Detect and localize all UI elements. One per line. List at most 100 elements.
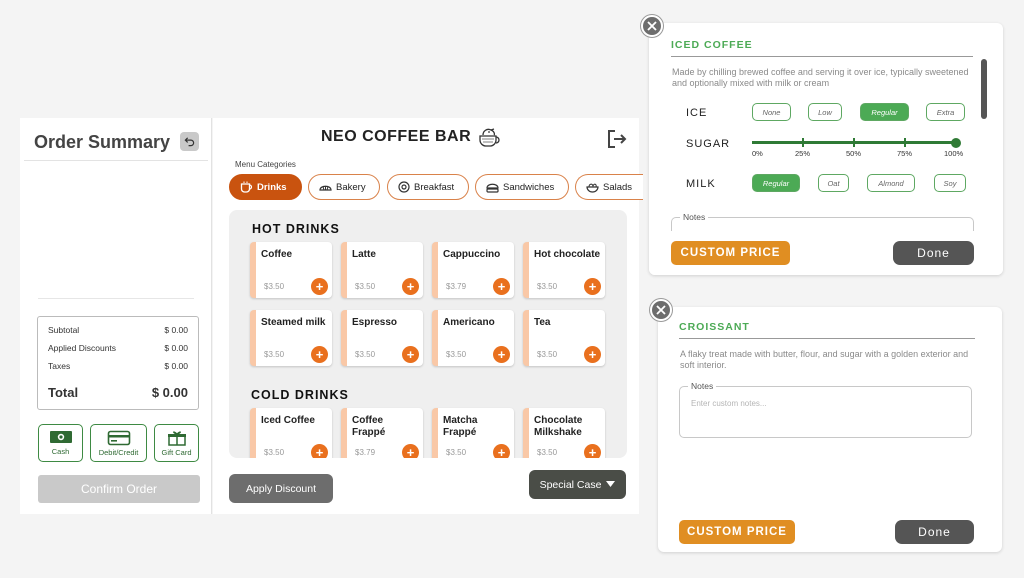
credit-card-icon (107, 430, 130, 445)
plus-icon: + (315, 347, 324, 362)
order-summary-panel: Order Summary Subtotal $ 0.00 Applied Di… (20, 118, 212, 514)
menu-item-name: Americano (443, 317, 495, 328)
menu-categories-label: Menu Categories (235, 160, 296, 169)
add-item-button[interactable]: + (493, 444, 510, 458)
menu-item-name: Iced Coffee (261, 415, 315, 426)
section-title-cold-drinks: COLD DRINKS (251, 388, 349, 402)
menu-item-card[interactable]: Hot chocolate $3.50 + (523, 242, 605, 298)
category-drinks[interactable]: Drinks (229, 174, 302, 200)
scrollbar-thumb[interactable] (981, 59, 987, 119)
slider-tick-mark (853, 138, 855, 147)
menu-item-price: $3.50 (537, 448, 558, 457)
pay-label: Cash (51, 447, 70, 456)
menu-item-card[interactable]: Matcha Frappé $3.50 + (432, 408, 514, 458)
menu-panel: NEO COFFEE BAR Menu Categories Drinks Ba… (213, 118, 643, 514)
custom-price-button[interactable]: CUSTOM PRICE (671, 241, 790, 265)
menu-item-card[interactable]: Coffee $3.50 + (250, 242, 332, 298)
logout-icon[interactable] (606, 128, 628, 150)
custom-price-button[interactable]: CUSTOM PRICE (679, 520, 795, 544)
section-title-hot-drinks: HOT DRINKS (252, 222, 340, 236)
plus-icon: + (406, 347, 415, 362)
menu-item-card[interactable]: Chocolate Milkshake $3.50 + (523, 408, 605, 458)
slider-tick-label: 50% (846, 149, 862, 158)
apply-discount-button[interactable]: Apply Discount (229, 474, 333, 503)
modal-title: CROISSANT (679, 321, 750, 333)
add-item-button[interactable]: + (584, 278, 601, 295)
notes-label: Notes (680, 212, 709, 222)
menu-item-card[interactable]: Steamed milk $3.50 + (250, 310, 332, 366)
close-icon (656, 305, 666, 315)
add-item-button[interactable]: + (311, 278, 328, 295)
menu-item-price: $3.50 (446, 448, 467, 457)
category-bakery[interactable]: Bakery (308, 174, 380, 200)
modal-description: A flaky treat made with butter, flour, a… (680, 349, 969, 370)
option-chip[interactable]: Regular (752, 174, 800, 192)
menu-item-name: Steamed milk (261, 317, 326, 328)
plus-icon: + (315, 279, 324, 294)
category-salads[interactable]: Salads (575, 174, 643, 200)
pay-gift-card-button[interactable]: Gift Card (154, 424, 199, 462)
brand-header: NEO COFFEE BAR (321, 126, 503, 148)
close-icon (647, 21, 657, 31)
done-button[interactable]: Done (895, 520, 974, 544)
plus-icon: + (315, 445, 324, 458)
sandwich-icon (486, 183, 499, 193)
plus-icon: + (497, 279, 506, 294)
menu-item-price: $3.50 (537, 350, 558, 359)
done-button[interactable]: Done (893, 241, 974, 265)
option-chip[interactable]: Low (808, 103, 842, 121)
pay-card-button[interactable]: Debit/Credit (90, 424, 147, 462)
close-croissant-modal-button[interactable] (650, 299, 672, 321)
slider-thumb[interactable] (951, 138, 961, 148)
option-chip[interactable]: Extra (926, 103, 965, 121)
menu-item-name: Cappuccino (443, 249, 501, 260)
menu-item-card[interactable]: Tea $3.50 + (523, 310, 605, 366)
option-chip[interactable]: Regular (860, 103, 909, 121)
add-item-button[interactable]: + (311, 346, 328, 363)
category-label: Breakfast (414, 181, 455, 193)
ice-label: ICE (686, 107, 708, 119)
menu-item-name: Tea (534, 317, 551, 328)
notes-placeholder: Enter custom notes... (691, 399, 767, 408)
menu-item-name: Hot chocolate (534, 249, 601, 260)
menu-item-card[interactable]: Cappuccino $3.79 + (432, 242, 514, 298)
add-item-button[interactable]: + (402, 444, 419, 458)
menu-item-card[interactable]: Coffee Frappé $3.79 + (341, 408, 423, 458)
salad-icon (586, 183, 599, 193)
undo-button[interactable] (180, 132, 199, 151)
option-chip[interactable]: None (752, 103, 791, 121)
option-chip[interactable]: Oat (818, 174, 849, 192)
add-item-button[interactable]: + (402, 346, 419, 363)
divider (38, 298, 194, 299)
milk-label: MILK (686, 178, 716, 190)
menu-items-area[interactable]: HOT DRINKS COLD DRINKS Coffee $3.50 + Latte… (229, 210, 627, 458)
menu-item-card[interactable]: Iced Coffee $3.50 + (250, 408, 332, 458)
option-chip[interactable]: Soy (934, 174, 966, 192)
add-item-button[interactable]: + (311, 444, 328, 458)
menu-item-card[interactable]: Americano $3.50 + (432, 310, 514, 366)
close-iced-coffee-modal-button[interactable] (641, 15, 663, 37)
category-label: Salads (603, 181, 633, 193)
category-sandwiches[interactable]: Sandwiches (475, 174, 569, 200)
option-chip[interactable]: Almond (867, 174, 915, 192)
undo-icon (184, 137, 195, 147)
category-breakfast[interactable]: Breakfast (387, 174, 469, 200)
caret-down-icon (606, 481, 616, 487)
taxes-value: $ 0.00 (164, 361, 188, 371)
divider (679, 338, 975, 339)
menu-item-price: $3.50 (446, 350, 467, 359)
add-item-button[interactable]: + (402, 278, 419, 295)
confirm-order-button[interactable]: Confirm Order (38, 475, 200, 503)
add-item-button[interactable]: + (584, 444, 601, 458)
add-item-button[interactable]: + (493, 346, 510, 363)
menu-item-card[interactable]: Latte $3.50 + (341, 242, 423, 298)
add-item-button[interactable]: + (493, 278, 510, 295)
notes-field[interactable]: Notes Enter custom notes... (679, 381, 972, 438)
special-case-dropdown[interactable]: Special Case (529, 470, 626, 499)
category-label: Sandwiches (503, 181, 555, 193)
taxes-row: Taxes $ 0.00 (48, 361, 188, 371)
add-item-button[interactable]: + (584, 346, 601, 363)
modal-description: Made by chilling brewed coffee and servi… (672, 67, 969, 88)
pay-cash-button[interactable]: Cash (38, 424, 83, 462)
menu-item-card[interactable]: Espresso $3.50 + (341, 310, 423, 366)
